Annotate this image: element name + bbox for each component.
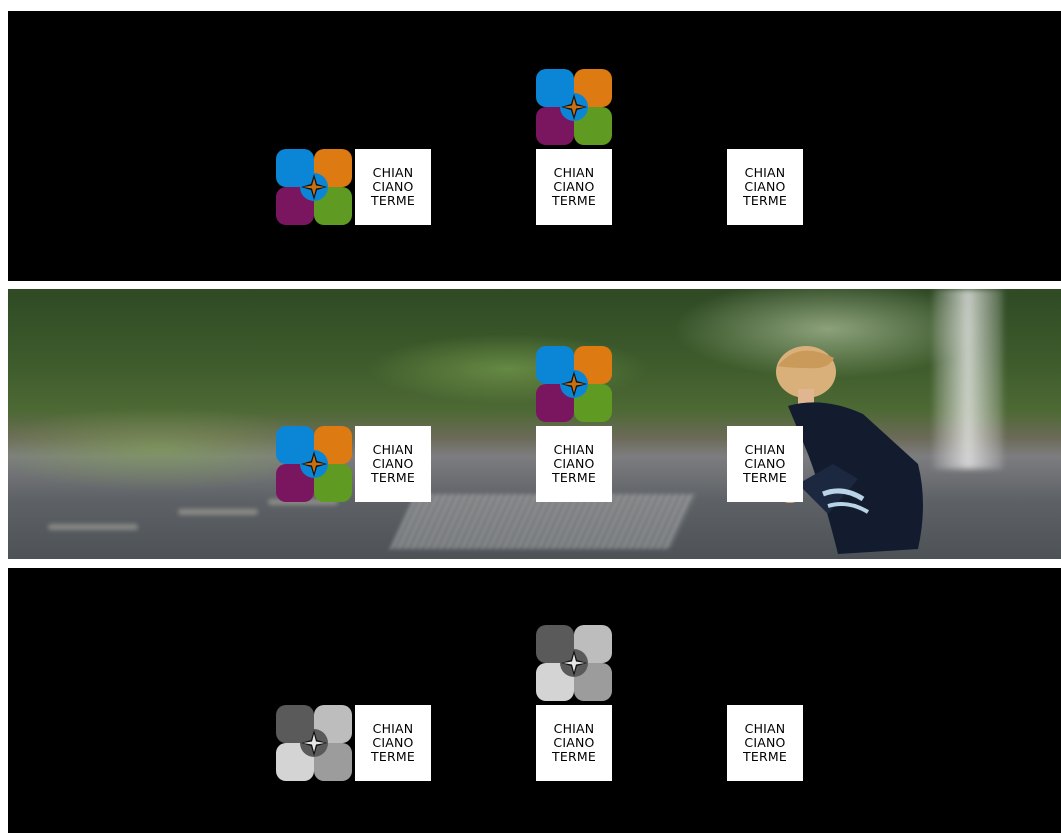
wordmark-line-3: TERME (552, 470, 596, 485)
logo-mark-grayscale-icon (536, 625, 612, 701)
wordmark-line-2: CIANO (744, 456, 786, 471)
wordmark-line-1: CHIAN (372, 442, 414, 457)
wordmark-line-1: CHIAN (372, 165, 414, 180)
wordmark-chianciano-terme: CHIAN CIANO TERME (727, 705, 803, 781)
wordmark-line-3: TERME (743, 749, 787, 764)
logo-panel-photo-color: CHIAN CIANO TERME CHIAN CIANO TERME CHIA… (8, 289, 1061, 559)
wordmark-line-3: TERME (743, 193, 787, 208)
wordmark-chianciano-terme: CHIAN CIANO TERME (727, 149, 803, 225)
wordmark-line-2: CIANO (553, 735, 595, 750)
logo-mark-icon (536, 346, 612, 422)
wordmark-line-2: CIANO (744, 735, 786, 750)
logo-panel-black-grayscale: CHIAN CIANO TERME CHIAN CIANO TERME CHIA… (8, 568, 1061, 833)
wordmark-chianciano-terme: CHIAN CIANO TERME (355, 705, 431, 781)
wordmark-line-3: TERME (552, 749, 596, 764)
wordmark-chianciano-terme: CHIAN CIANO TERME (355, 426, 431, 502)
wordmark-line-1: CHIAN (744, 442, 786, 457)
wordmark-line-1: CHIAN (744, 721, 786, 736)
wordmark-line-1: CHIAN (553, 165, 595, 180)
logo-mark-grayscale-icon (276, 705, 352, 781)
wordmark-chianciano-terme: CHIAN CIANO TERME (536, 149, 612, 225)
wordmark-line-2: CIANO (744, 179, 786, 194)
wordmark-line-3: TERME (371, 193, 415, 208)
wordmark-line-2: CIANO (553, 456, 595, 471)
wordmark-line-1: CHIAN (372, 721, 414, 736)
wordmark-line-2: CIANO (372, 735, 414, 750)
logo-panel-black-color: CHIAN CIANO TERME CHIAN CIANO TERME CHIA… (8, 11, 1061, 281)
logo-mark-icon (276, 149, 352, 225)
wordmark-line-3: TERME (743, 470, 787, 485)
wordmark-line-1: CHIAN (744, 165, 786, 180)
wordmark-line-3: TERME (552, 193, 596, 208)
wordmark-chianciano-terme: CHIAN CIANO TERME (355, 149, 431, 225)
road-marking (48, 524, 138, 530)
drain-grate (390, 494, 696, 549)
logo-mark-icon (276, 426, 352, 502)
wordmark-chianciano-terme: CHIAN CIANO TERME (536, 705, 612, 781)
wordmark-line-3: TERME (371, 749, 415, 764)
wordmark-line-2: CIANO (372, 456, 414, 471)
wordmark-chianciano-terme: CHIAN CIANO TERME (536, 426, 612, 502)
wordmark-line-1: CHIAN (553, 721, 595, 736)
wordmark-chianciano-terme: CHIAN CIANO TERME (727, 426, 803, 502)
wordmark-line-2: CIANO (553, 179, 595, 194)
logo-mark-icon (536, 69, 612, 145)
wordmark-line-2: CIANO (372, 179, 414, 194)
wordmark-line-1: CHIAN (553, 442, 595, 457)
road-marking (178, 509, 258, 515)
blurred-post (933, 289, 1003, 469)
wordmark-line-3: TERME (371, 470, 415, 485)
